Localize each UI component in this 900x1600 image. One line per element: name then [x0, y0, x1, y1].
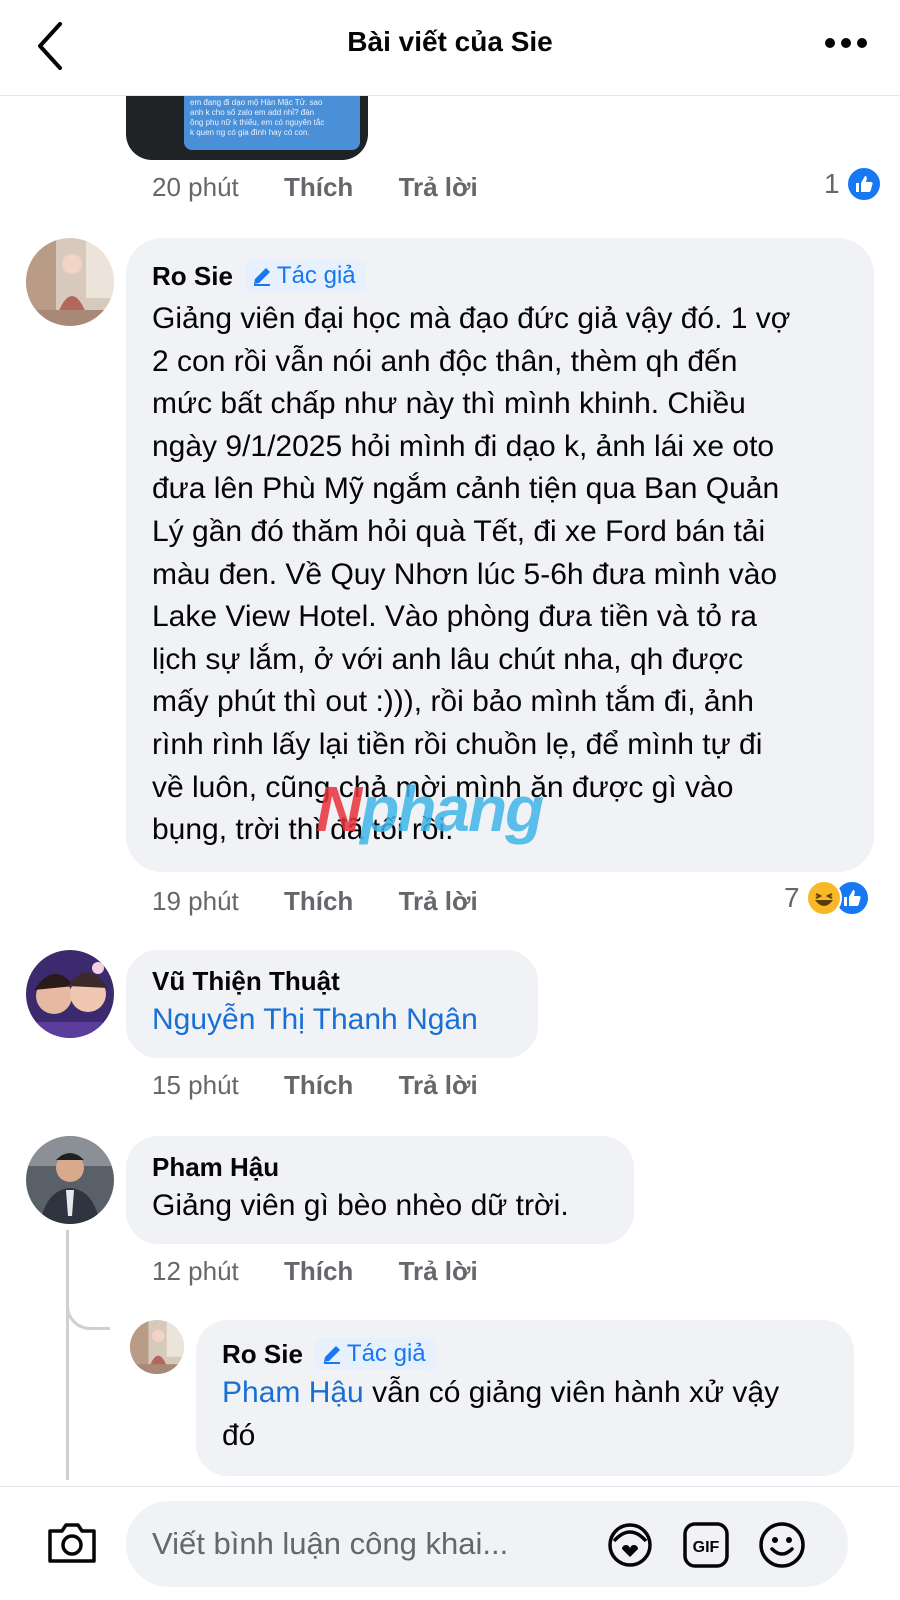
reply-button[interactable]: Trả lời	[399, 1256, 478, 1286]
like-button[interactable]: Thích	[284, 886, 353, 916]
more-horizontal-icon	[825, 38, 867, 48]
comment-line: Lý gần đó thăm hỏi quà Tết, đi xe Ford b…	[152, 514, 766, 548]
reaction-summary[interactable]: 7	[784, 880, 870, 916]
page-title: Bài viết của Sie	[347, 26, 553, 57]
like-icon	[845, 166, 882, 202]
gif-icon: GIF	[683, 1522, 729, 1568]
like-button[interactable]: Thích	[284, 1256, 353, 1286]
comment-author: Vũ Thiện Thuật	[152, 966, 512, 997]
comment-line: Giảng viên đại học mà đạo đức giả vậy đó…	[152, 302, 791, 335]
pencil-icon	[323, 1346, 340, 1364]
comment-line: Lake View Hotel. Vào phòng đưa tiền và t…	[152, 600, 757, 634]
watermark-part: N	[316, 773, 362, 845]
comment-line: mấy phút thì out :))), rồi bảo mình tắm …	[152, 685, 754, 719]
reply-text: đó	[222, 1418, 256, 1452]
camera-button[interactable]	[44, 1515, 100, 1571]
comment-line: lịch sự lắm, ở với anh lâu chút nha, qh …	[152, 642, 744, 676]
comment-author: Ro Sie Tác giả	[152, 260, 848, 292]
camera-icon	[48, 1523, 96, 1563]
comment-author: Pham Hậu	[152, 1152, 608, 1183]
comment-image-attachment[interactable]: em đang đi dạo mộ Hàn Mặc Tử. sao anh k …	[126, 96, 368, 160]
author-name[interactable]: Pham Hậu	[152, 1152, 279, 1183]
comment-bubble: Vũ Thiện Thuật Nguyễn Thị Thanh Ngân	[126, 950, 538, 1058]
author-badge-label: Tác giả	[276, 262, 356, 289]
top-bar: Bài viết của Sie	[0, 0, 900, 96]
comment-line: ngày 9/1/2025 hỏi mình đi dạo k, ảnh lái…	[152, 429, 775, 463]
comment-meta: 20 phút Thích Trả lời	[152, 172, 478, 203]
emoji-button[interactable]	[756, 1519, 808, 1571]
reply-bubble: Ro Sie Tác giả Pham Hậu vẫn có giảng viê…	[196, 1320, 854, 1476]
comment-text: Nguyễn Thị Thanh Ngân	[152, 999, 512, 1042]
comment-line: 2 con rồi vẫn nói anh độc thân, thèm qh …	[152, 344, 738, 378]
mention-link[interactable]: Pham Hậu	[222, 1376, 364, 1409]
comment-time: 19 phút	[152, 886, 239, 916]
avatar[interactable]	[130, 1320, 184, 1374]
comment-line: mức bất chấp như này thì mình khinh. Chi…	[152, 387, 746, 421]
image-text-line: em đang đi dạo mộ Hàn Mặc Tử. sao	[190, 98, 323, 107]
svg-text:GIF: GIF	[693, 1539, 720, 1556]
watermark-part: phang	[360, 773, 544, 845]
author-badge: Tác giả	[314, 1338, 436, 1370]
watermark-logo: Nphang	[316, 772, 544, 846]
mention-link[interactable]: Nguyễn Thị Thanh Ngân	[152, 1003, 478, 1036]
thread-connector	[66, 1290, 110, 1330]
comment-text: Giảng viên gì bèo nhèo dữ trời.	[152, 1189, 569, 1222]
comment-meta: 19 phút Thích Trả lời	[152, 886, 478, 917]
avatar-sticker-button[interactable]	[604, 1519, 656, 1571]
comment-meta: 15 phút Thích Trả lời	[152, 1070, 478, 1101]
comment-time: 12 phút	[152, 1256, 239, 1286]
author-badge: Tác giả	[244, 260, 366, 292]
author-name[interactable]: Ro Sie	[222, 1339, 303, 1370]
haha-icon	[805, 880, 842, 916]
like-button[interactable]: Thích	[284, 172, 353, 202]
reply-button[interactable]: Trả lời	[399, 1070, 478, 1100]
author-name[interactable]: Vũ Thiện Thuật	[152, 966, 340, 997]
reaction-summary[interactable]: 1	[824, 166, 882, 202]
comment-composer: GIF	[0, 1486, 900, 1600]
comment-text: Giảng viên đại học mà đạo đức giả vậy đó…	[152, 298, 848, 852]
comment-line: đưa lên Phù Mỹ ngắm cảnh tiện qua Ban Qu…	[152, 472, 780, 506]
comment-input[interactable]	[152, 1501, 592, 1587]
image-text-line: anh k cho số zalo em add nhỉ? đàn	[190, 108, 315, 117]
author-name[interactable]: Ro Sie	[152, 261, 233, 292]
avatar[interactable]	[26, 238, 114, 326]
reply-text: vẫn có giảng viên hành xử vậy	[363, 1376, 780, 1409]
comment-meta: 12 phút Thích Trả lời	[152, 1256, 478, 1287]
more-options-button[interactable]	[822, 30, 870, 60]
comment-bubble: Pham Hậu Giảng viên gì bèo nhèo dữ trời.	[126, 1136, 634, 1244]
comment-author: Ro Sie Tác giả	[222, 1338, 828, 1370]
gif-button[interactable]: GIF	[680, 1519, 732, 1571]
thread-line	[66, 1230, 69, 1480]
like-button[interactable]: Thích	[284, 1070, 353, 1100]
author-badge-label: Tác giả	[346, 1340, 426, 1367]
comment-time: 15 phút	[152, 1070, 239, 1100]
avatar[interactable]	[26, 1136, 114, 1224]
image-text-line: ông phụ nữ k thiếu, em có nguyên tắc	[190, 118, 325, 127]
image-text-line: k quen ng có gia đình hay có con.	[190, 128, 310, 137]
emoji-icon	[759, 1522, 805, 1568]
comment-line: màu đen. Về Quy Nhơn lúc 5-6h đưa mình v…	[152, 557, 778, 591]
image-chat-bubble: em đang đi dạo mộ Hàn Mặc Tử. sao anh k …	[184, 96, 360, 150]
reply-button[interactable]: Trả lời	[399, 886, 478, 916]
avatar[interactable]	[26, 950, 114, 1038]
comment-text: Pham Hậu vẫn có giảng viên hành xử vậy đ…	[222, 1372, 828, 1457]
reply-button[interactable]: Trả lời	[399, 172, 478, 202]
reaction-count: 1	[824, 168, 840, 199]
pencil-icon	[253, 268, 270, 286]
comment-time: 20 phút	[152, 172, 239, 202]
avatar-sticker-icon	[608, 1523, 652, 1567]
comment-input-box[interactable]: GIF	[126, 1501, 848, 1587]
comment-line: rình rình lấy lại tiền rồi chuồn lẹ, để …	[152, 727, 763, 761]
reaction-count: 7	[784, 882, 800, 913]
